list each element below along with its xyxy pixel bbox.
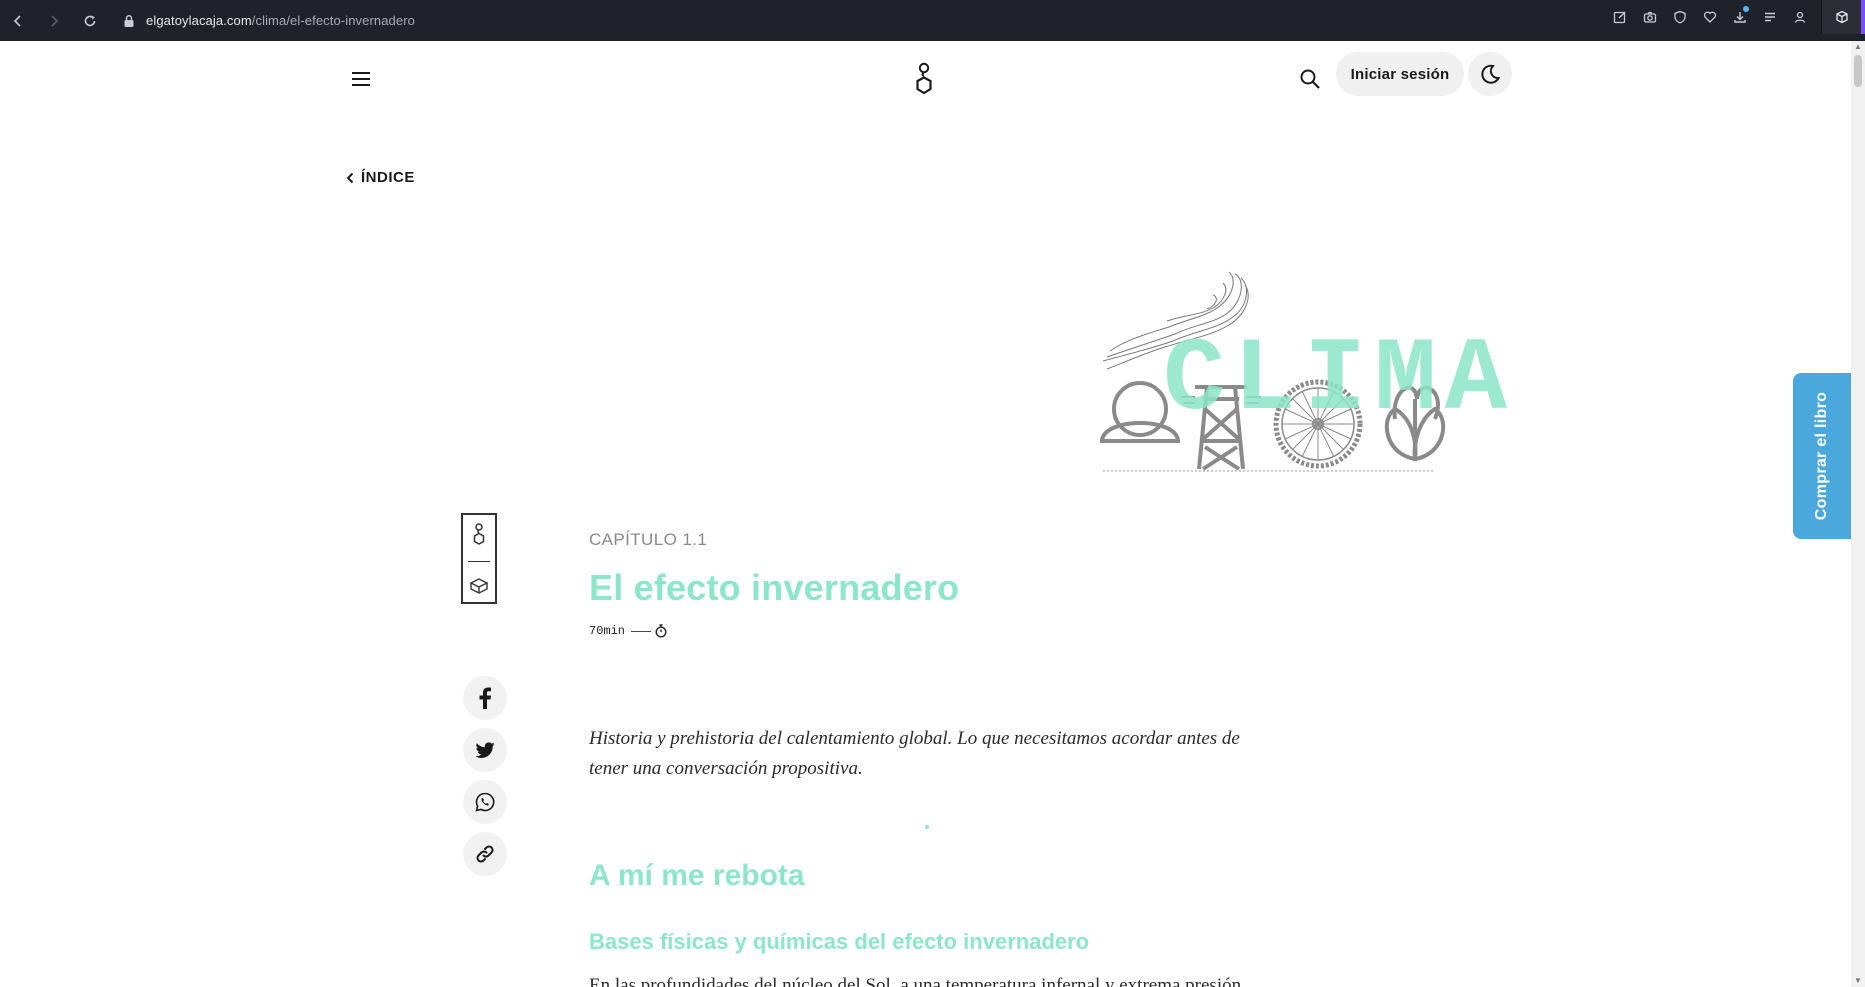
back-to-index-link[interactable]: ÍNDICE — [346, 169, 415, 186]
facebook-share-button[interactable] — [463, 676, 507, 720]
section-heading: A mí me rebota — [589, 859, 805, 892]
chrome-bottom-edge — [0, 34, 1865, 41]
url-domain: elgatoylacaja.com — [146, 13, 252, 28]
subsection-heading: Bases físicas y químicas del efecto inve… — [589, 929, 1090, 954]
heart-icon[interactable] — [1695, 0, 1725, 34]
link-icon — [476, 845, 494, 863]
chapter-label: CAPÍTULO 1.1 — [589, 530, 708, 549]
site-logo[interactable] — [904, 54, 944, 104]
page-scrollbar[interactable]: ▲ ▼ — [1851, 41, 1865, 987]
url-text: elgatoylacaja.com/clima/el-efecto-invern… — [146, 13, 415, 28]
twitter-icon — [475, 741, 495, 758]
lock-icon — [124, 14, 134, 27]
article-lead: Historia y prehistoria del calentamiento… — [589, 728, 1240, 779]
chevron-left-icon — [346, 172, 354, 183]
menu-icon[interactable] — [343, 64, 379, 94]
hero-title-word: CLIMA — [1163, 322, 1516, 440]
url-path: /clima/el-efecto-invernadero — [251, 13, 415, 28]
scroll-down-arrow-icon[interactable]: ▼ — [1854, 977, 1862, 985]
extension-cube-icon[interactable] — [1821, 0, 1861, 34]
search-icon[interactable] — [1292, 61, 1328, 97]
address-bar[interactable]: elgatoylacaja.com/clima/el-efecto-invern… — [122, 6, 415, 36]
buy-book-label: Comprar el libro — [1813, 391, 1831, 521]
login-button[interactable]: Iniciar sesión — [1336, 52, 1464, 96]
section-separator-dot — [925, 825, 929, 829]
reading-list-icon[interactable] — [1755, 0, 1785, 34]
article-body: En las profundidades del núcleo del Sol,… — [589, 975, 1246, 987]
download-badge — [1743, 6, 1749, 12]
whatsapp-icon — [475, 792, 495, 812]
article-title: El efecto invernadero — [589, 567, 960, 608]
scrollbar-thumb[interactable] — [1854, 55, 1862, 87]
twitter-share-button[interactable] — [463, 728, 507, 772]
page-viewport: Iniciar sesión ÍNDICE CLIMA CAPÍTULO 1.1… — [0, 41, 1851, 987]
back-icon[interactable] — [0, 4, 36, 38]
forward-icon[interactable] — [36, 4, 72, 38]
facebook-icon — [479, 687, 491, 709]
divider — [468, 560, 490, 562]
edit-icon[interactable] — [1605, 0, 1635, 34]
reading-time: 70min — [589, 624, 667, 638]
buy-book-tab[interactable]: Comprar el libro — [1793, 373, 1851, 539]
reading-time-value: 70min — [589, 624, 626, 638]
whatsapp-share-button[interactable] — [463, 780, 507, 824]
index-label: ÍNDICE — [361, 169, 415, 186]
moon-icon[interactable] — [1468, 52, 1512, 96]
download-icon[interactable] — [1725, 0, 1755, 34]
sidebar-accent — [1861, 0, 1865, 34]
reload-icon[interactable] — [72, 4, 108, 38]
book-edition-box[interactable] — [461, 513, 497, 604]
copy-link-button[interactable] — [463, 832, 507, 876]
camera-icon[interactable] — [1635, 0, 1665, 34]
shield-icon[interactable] — [1665, 0, 1695, 34]
scroll-up-arrow-icon[interactable]: ▲ — [1854, 43, 1862, 51]
profile-icon[interactable] — [1785, 0, 1815, 34]
divider-line — [631, 630, 652, 632]
stopwatch-icon — [655, 624, 667, 638]
gato-logo-icon — [473, 523, 485, 546]
box-icon — [469, 577, 489, 594]
